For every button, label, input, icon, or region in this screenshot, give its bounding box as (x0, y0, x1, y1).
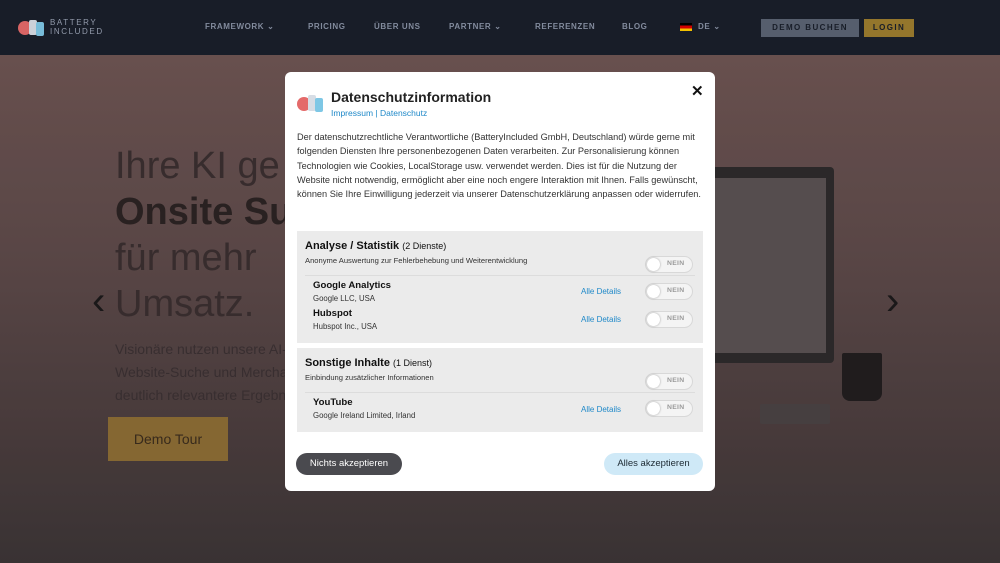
toggle-knob (647, 375, 660, 388)
service-name-google-analytics: Google Analytics (313, 280, 392, 291)
toggle-knob (647, 258, 660, 271)
toggle-knob (647, 402, 660, 415)
accept-all-button[interactable]: Alles akzeptieren (604, 453, 703, 475)
group-count: (1 Dienst) (393, 358, 433, 368)
consent-group-sonstige: Sonstige Inhalte (1 Dienst) Einbindung z… (297, 348, 703, 432)
service-company: Google LLC, USA (313, 294, 375, 303)
consent-group-analyse: Analyse / Statistik (2 Dienste) Anonyme … (297, 231, 703, 343)
service-company: Google Ireland Limited, Irland (313, 411, 416, 420)
toggle-label: NEIN (667, 377, 685, 384)
divider (305, 275, 695, 276)
details-link-hubspot[interactable]: Alle Details (581, 315, 621, 324)
battery-logo-icon (297, 95, 323, 112)
reject-all-button[interactable]: Nichts akzeptieren (296, 453, 402, 475)
service-name-youtube: YouTube (313, 397, 353, 408)
toggle-label: NEIN (667, 315, 685, 322)
impressum-link[interactable]: Impressum (331, 108, 373, 118)
datenschutz-link[interactable]: Datenschutz (380, 108, 427, 118)
toggle-label: NEIN (667, 287, 685, 294)
toggle-label: NEIN (667, 404, 685, 411)
link-separator: | (373, 108, 380, 118)
service-name-hubspot: Hubspot (313, 308, 352, 319)
service-toggle-google-analytics[interactable]: NEIN (645, 283, 693, 300)
details-link-youtube[interactable]: Alle Details (581, 405, 621, 414)
toggle-knob (647, 285, 660, 298)
dialog-title: Datenschutzinformation (331, 89, 492, 105)
group-toggle-sonstige[interactable]: NEIN (645, 373, 693, 390)
group-count: (2 Dienste) (402, 241, 447, 251)
service-company: Hubspot Inc., USA (313, 322, 378, 331)
dialog-intro-text: Der datenschutzrechtliche Verantwortlich… (297, 132, 701, 200)
divider (305, 392, 695, 393)
group-title: Sonstige Inhalte (1 Dienst) (305, 357, 433, 369)
toggle-label: NEIN (667, 260, 685, 267)
service-toggle-hubspot[interactable]: NEIN (645, 311, 693, 328)
privacy-consent-dialog: Datenschutzinformation Impressum | Daten… (285, 72, 715, 491)
group-toggle-analyse[interactable]: NEIN (645, 256, 693, 273)
group-title: Analyse / Statistik (2 Dienste) (305, 240, 447, 252)
dialog-links: Impressum | Datenschutz (331, 108, 427, 118)
service-toggle-youtube[interactable]: NEIN (645, 400, 693, 417)
close-icon[interactable]: ✕ (691, 82, 704, 100)
toggle-knob (647, 313, 660, 326)
details-link-google-analytics[interactable]: Alle Details (581, 287, 621, 296)
group-description: Anonyme Auswertung zur Fehlerbehebung un… (305, 256, 528, 265)
group-description: Einbindung zusätzlicher Informationen (305, 373, 434, 382)
